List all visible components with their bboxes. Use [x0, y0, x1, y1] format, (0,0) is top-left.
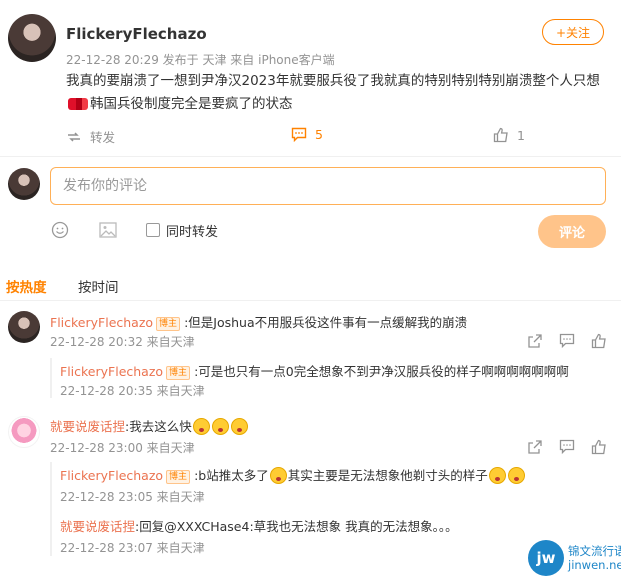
reply-text: :b站推太多了 — [194, 468, 269, 483]
post-actions: 转发 5 1 — [0, 124, 621, 150]
commenter-name[interactable]: 就要说废话捏 — [50, 419, 125, 434]
watermark-line2: jinwen.net — [568, 558, 621, 572]
post-meta: 22-12-28 20:29 发布于 天津 来自 iPhone客户端 — [66, 53, 335, 67]
repost-label: 转发 — [90, 130, 116, 145]
comment-text: :但是Joshua不用服兵役这件事有一点缓解我的崩溃 — [184, 315, 468, 330]
shocked-emoji-icon — [211, 418, 229, 435]
reply-thread-bar — [50, 462, 52, 556]
thumbs-up-icon[interactable] — [591, 333, 607, 349]
tab-by-time[interactable]: 按时间 — [78, 276, 119, 296]
reply: FlickeryFlechazo 博主:可是也只有一点0完全想象不到尹净汉服兵役的… — [60, 361, 569, 380]
tab-by-hot[interactable]: 按热度 — [6, 276, 47, 296]
repost-checkbox[interactable] — [146, 223, 160, 237]
comment-icon — [291, 127, 307, 142]
smile-emoji-icon — [507, 467, 525, 484]
replier-name[interactable]: FlickeryFlechazo — [60, 468, 163, 483]
reply: 就要说废话捏:回复@XXXCHase4:草我也无法想象 我真的无法想象。。。 — [60, 516, 458, 535]
watermark: jw 锦文流行语 jinwen.net — [528, 540, 621, 576]
replier-name[interactable]: 就要说废话捏 — [60, 519, 135, 534]
comment: 就要说废话捏:我去这么快 — [50, 416, 249, 435]
repost-check-label: 同时转发 — [166, 224, 219, 240]
comment-input[interactable]: 发布你的评论 — [50, 167, 606, 205]
thumbs-up-icon[interactable] — [591, 439, 607, 455]
sort-tabs: 按热度 按时间 — [0, 272, 621, 302]
emoji-icon[interactable] — [50, 220, 70, 240]
reply-icon[interactable] — [559, 439, 575, 455]
replier-name[interactable]: FlickeryFlechazo — [60, 364, 163, 379]
author-badge: 博主 — [156, 317, 181, 331]
divider — [0, 300, 621, 301]
shocked-emoji-icon — [230, 418, 248, 435]
reply-text: :回复@XXXCHase4:草我也无法想象 我真的无法想象。。。 — [135, 519, 458, 534]
composer-tools: 同时转发 — [50, 220, 218, 240]
share-icon[interactable] — [527, 333, 543, 349]
divider — [0, 156, 621, 157]
repost-icon — [68, 131, 80, 142]
reply-text: :可是也只有一点0完全想象不到尹净汉服兵役的样子啊啊啊啊啊啊啊 — [194, 364, 569, 379]
comment-count: 5 — [315, 127, 323, 142]
shocked-emoji-icon — [192, 418, 210, 435]
commenter-name[interactable]: FlickeryFlechazo — [50, 315, 153, 330]
author-name[interactable]: FlickeryFlechazo — [66, 25, 207, 43]
like-action[interactable]: 1 — [493, 127, 525, 143]
thumbs-up-icon — [493, 127, 508, 143]
reply-meta: 22-12-28 23:05 来自天津 — [60, 490, 205, 504]
comment-text: :我去这么快 — [125, 419, 192, 434]
watermark-line1: 锦文流行语 — [568, 544, 621, 558]
comment-action[interactable]: 5 — [291, 127, 323, 142]
comment-actions — [527, 333, 607, 349]
author-badge: 博主 — [166, 366, 191, 380]
commenter-avatar[interactable] — [8, 311, 40, 343]
image-icon[interactable] — [98, 220, 118, 240]
reply: FlickeryFlechazo 博主:b站推太多了 其实主要是无法想象他剃寸头的样… — [60, 465, 526, 484]
watermark-logo: jw — [528, 540, 564, 576]
comment-composer: 发布你的评论 同时转发 评论 — [0, 160, 621, 250]
comment-actions — [527, 439, 607, 455]
submit-comment-button[interactable]: 评论 — [538, 215, 606, 248]
post-text: 我真的要崩溃了一想到尹净汉2023年就要服兵役了我就真的特别特别特别崩溃整个人只… — [66, 73, 600, 112]
weibo-post: FlickeryFlechazo 22-12-28 20:29 发布于 天津 来… — [0, 0, 621, 155]
commenter-avatar[interactable] — [8, 416, 40, 448]
censor-mark — [68, 98, 88, 110]
like-count: 1 — [517, 127, 525, 143]
author-avatar[interactable] — [8, 14, 56, 62]
smile-emoji-icon — [269, 467, 287, 484]
reply-meta: 22-12-28 23:07 来自天津 — [60, 541, 205, 555]
comment-meta: 22-12-28 20:32 来自天津 — [50, 335, 195, 349]
share-icon[interactable] — [527, 439, 543, 455]
comment-meta: 22-12-28 23:00 来自天津 — [50, 441, 195, 455]
reply-text: 其实主要是无法想象他剃寸头的样子 — [287, 468, 488, 483]
reply-thread-bar — [50, 358, 52, 398]
comment: FlickeryFlechazo 博主:但是Joshua不用服兵役这件事有一点缓解… — [50, 312, 467, 331]
follow-button[interactable]: +关注 — [542, 19, 604, 45]
repost-action[interactable]: 转发 — [66, 127, 115, 146]
current-user-avatar — [8, 168, 40, 200]
smile-emoji-icon — [488, 467, 506, 484]
reply-meta: 22-12-28 20:35 来自天津 — [60, 384, 205, 398]
reply-icon[interactable] — [559, 333, 575, 349]
author-badge: 博主 — [166, 470, 191, 484]
